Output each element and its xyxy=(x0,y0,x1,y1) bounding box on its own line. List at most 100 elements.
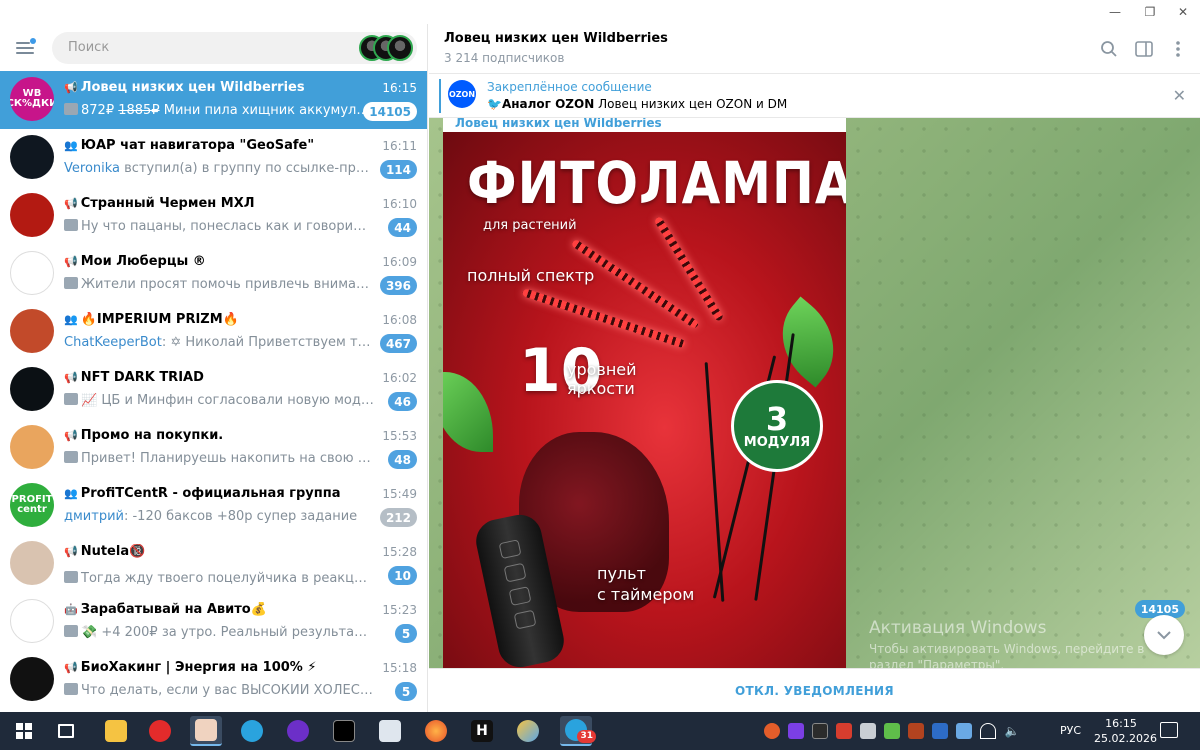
chat-title-text: NFT DARK TRIAD xyxy=(80,370,204,385)
chat-time: 16:11 xyxy=(382,139,417,153)
chat-title: 📢 Мои Люберцы ® xyxy=(64,254,364,269)
chat-list-item[interactable]: 📢 Nutela🔞 15:28 Тогда жду твоего поцелуйчик… xyxy=(0,535,427,593)
chat-time: 16:15 xyxy=(382,81,417,95)
tray-counter-icon[interactable] xyxy=(836,723,852,739)
channel-icon: 📢 xyxy=(64,661,78,674)
chat-list-item[interactable]: WB СК%ДКИ 📢Ловец низких цен Wildberries 16… xyxy=(0,71,427,129)
chat-title-text: Зарабатывай на Авито💰 xyxy=(80,602,267,617)
chat-preview: Veronika вступил(а) в группу по ссылке-п… xyxy=(64,161,374,176)
tray-battery-icon[interactable] xyxy=(884,723,900,739)
chat-time: 15:49 xyxy=(382,487,417,501)
image-remote: пульт с таймером xyxy=(597,564,695,604)
stories-strip[interactable] xyxy=(359,34,415,61)
unread-badge: 48 xyxy=(388,450,417,469)
chat-avatar xyxy=(10,367,54,411)
unread-badge: 10 xyxy=(388,566,417,585)
window-titlebar: — ❐ ✕ xyxy=(0,0,1200,24)
clock[interactable]: 16:15 25.02.2026 xyxy=(1094,716,1157,746)
chat-title: 📢 NFT DARK TRIAD xyxy=(64,370,364,385)
chat-title-text: Промо на покупки. xyxy=(80,428,224,443)
chat-list-item[interactable]: PROFIT centr 👥 ProfiTCentR - официальная г… xyxy=(0,477,427,535)
task-view-icon[interactable] xyxy=(50,716,82,746)
notepad-icon[interactable] xyxy=(374,716,406,746)
chat-list-item[interactable]: 👥 🔥IMPERIUM PRIZM🔥 16:08 ChatKeeperBot: ✡ Н… xyxy=(0,303,427,361)
chat-avatar: PROFIT centr xyxy=(10,483,54,527)
message-post[interactable]: Ловец низких цен Wildberries ФИТОЛАМПА д… xyxy=(443,118,846,668)
chat-avatar xyxy=(10,425,54,469)
search-input[interactable] xyxy=(68,40,318,55)
file-explorer-icon[interactable] xyxy=(100,716,132,746)
avatar-text: PROFIT centr xyxy=(11,494,53,515)
tray-ru-icon[interactable] xyxy=(812,723,828,739)
chat-title: 📢 Ловец низких цен Wildberries xyxy=(64,80,364,95)
chat-list-item[interactable]: 📢 Промо на покупки. 15:53 Привет! Планируеш… xyxy=(0,419,427,477)
windows-taskbar: H 31 🔈 РУС 16:15 25.02.2026 xyxy=(0,712,1200,750)
post-image[interactable]: ФИТОЛАМПА для растений полный спектр 10 … xyxy=(443,132,846,668)
language-indicator[interactable]: РУС xyxy=(1060,724,1081,737)
preview-text: : ✡ Николай Приветствуем тебя☺. ... xyxy=(161,335,374,350)
tray-app3-icon[interactable] xyxy=(956,723,972,739)
chat-title: 📢 БиоХакинг | Энергия на 100% ⚡ xyxy=(64,660,364,675)
preview-thumbnail-icon xyxy=(64,451,78,463)
post-author[interactable]: Ловец низких цен Wildberries xyxy=(455,118,662,130)
chat-time: 16:02 xyxy=(382,371,417,385)
app-icon[interactable] xyxy=(190,716,222,746)
channel-icon: 📢 xyxy=(64,429,78,442)
search-box[interactable] xyxy=(52,31,417,64)
preview-price: 872₽ xyxy=(81,103,115,118)
media-app-icon[interactable] xyxy=(282,716,314,746)
search-icon[interactable] xyxy=(1096,36,1122,62)
more-options-icon[interactable] xyxy=(1165,36,1191,62)
yandex-browser-icon[interactable] xyxy=(144,716,176,746)
chat-list-item[interactable]: 📢 Мои Люберцы ® 16:09 Жители просят помочь … xyxy=(0,245,427,303)
close-button[interactable]: ✕ xyxy=(1160,0,1200,24)
chat-avatar xyxy=(10,309,54,353)
activation-text: Чтобы активировать Windows, перейдите в … xyxy=(869,642,1145,668)
chat-preview: 📈 ЦБ и Минфин согласовали новую модель р… xyxy=(64,393,374,408)
chat-list-item[interactable]: 📢 БиоХакинг | Энергия на 100% ⚡ 15:18 Что д… xyxy=(0,651,427,709)
pinned-message-bar[interactable]: OZON Закреплённое сообщение 🐦Аналог OZON… xyxy=(429,74,1200,118)
close-icon[interactable]: ✕ xyxy=(1173,86,1186,105)
chat-preview: 872₽ 1885₽ Мини пила хищник аккумуля... xyxy=(64,103,374,118)
preview-text: 💸 +4 200₽ за утро. Реальный результат об… xyxy=(81,625,374,640)
sidebar-toggle-icon[interactable] xyxy=(1131,36,1157,62)
mute-notifications-button[interactable]: ОТКЛ. УВЕДОМЛЕНИЯ xyxy=(735,684,894,698)
preview-thumbnail-icon xyxy=(64,277,78,289)
bot-icon: 🤖 xyxy=(64,603,78,616)
firefox-icon[interactable] xyxy=(420,716,452,746)
scroll-down-button[interactable] xyxy=(1144,615,1184,655)
wifi-icon[interactable] xyxy=(980,723,996,739)
tray-browser-icon[interactable] xyxy=(764,723,780,739)
chat-title-text: БиоХакинг | Энергия на 100% ⚡ xyxy=(80,660,317,675)
activation-title: Активация Windows xyxy=(869,618,1047,638)
tray-app-icon[interactable] xyxy=(788,723,804,739)
modules-number: 3 xyxy=(765,399,789,438)
terminal-icon[interactable] xyxy=(328,716,360,746)
story-avatar[interactable] xyxy=(387,34,413,61)
unread-badge: 212 xyxy=(379,508,417,527)
telegram-active-icon[interactable]: 31 xyxy=(560,716,596,746)
bluetooth-icon[interactable] xyxy=(932,723,948,739)
image-levels: уровней яркости xyxy=(567,360,637,399)
notification-center-icon[interactable] xyxy=(1160,722,1178,738)
conversation-panel: Ловец низких цен Wildberries 3 214 подпи… xyxy=(429,24,1200,712)
tray-usb-icon[interactable] xyxy=(860,723,876,739)
chat-preview: Что делать, если у вас ВЫСОКИЙ ХОЛЕСТЕРИ… xyxy=(64,683,374,698)
sound-icon[interactable]: 🔈 xyxy=(1004,723,1020,739)
paint-icon[interactable] xyxy=(512,716,544,746)
image-subtitle: для растений xyxy=(483,218,577,233)
chat-list-item[interactable]: 👥 ЮАР чат навигатора "GeoSafe" 16:11 Veroni… xyxy=(0,129,427,187)
chat-list-item[interactable]: 🤖 Зарабатывай на Авито💰 15:23 💸 +4 200₽ за … xyxy=(0,593,427,651)
preview-sender: дмитрий xyxy=(64,509,124,524)
chat-title: 📢 Nutela🔞 xyxy=(64,544,364,559)
h-app-icon[interactable]: H xyxy=(466,716,498,746)
start-button[interactable] xyxy=(8,716,40,746)
telegram-icon[interactable] xyxy=(236,716,268,746)
chat-header[interactable]: Ловец низких цен Wildberries 3 214 подпи… xyxy=(429,24,1200,74)
tray-app2-icon[interactable] xyxy=(908,723,924,739)
hamburger-menu-icon[interactable] xyxy=(12,35,38,61)
preview-text: Мини пила хищник аккумуля... xyxy=(163,103,374,118)
chat-title: 📢 Странный Чермен МХЛ xyxy=(64,196,364,211)
chat-list-item[interactable]: 📢 Странный Чермен МХЛ 16:10 Ну что пацаны, … xyxy=(0,187,427,245)
chat-list-item[interactable]: 📢 NFT DARK TRIAD 16:02 📈 ЦБ и Минфин соглас… xyxy=(0,361,427,419)
